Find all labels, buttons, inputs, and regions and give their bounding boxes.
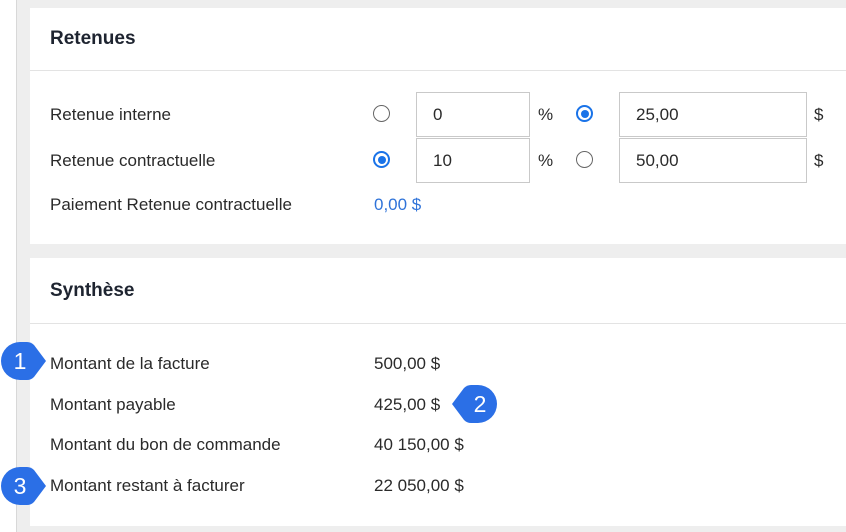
callout-number-3: 3 — [13, 473, 27, 499]
montant-bon-commande-value: 40 150,00 $ — [374, 435, 464, 454]
paiement-retenue-label: Paiement Retenue contractuelle — [50, 195, 292, 214]
divider — [16, 0, 17, 532]
retenue-contractuelle-percent-input[interactable]: 10 — [416, 138, 530, 183]
synthese-header: Synthèse — [30, 258, 846, 324]
montant-facture-value: 500,00 $ — [374, 354, 441, 373]
montant-facture-label: Montant de la facture — [50, 354, 210, 373]
paiement-retenue-value[interactable]: 0,00 $ — [374, 195, 421, 215]
retenue-contractuelle-amount-input[interactable]: 50,00 — [619, 138, 807, 183]
callout-number-2: 2 — [473, 391, 487, 417]
retenues-header: Retenues — [30, 8, 846, 71]
montant-restant-value: 22 050,00 $ — [374, 476, 464, 495]
retenue-interne-label: Retenue interne — [50, 105, 171, 124]
dollar-unit: $ — [814, 151, 824, 170]
callout-marker-2: 2 — [450, 384, 498, 424]
retenue-contractuelle-amount-radio[interactable] — [576, 151, 593, 168]
dollar-unit: $ — [814, 105, 824, 124]
retenues-card: Retenues Retenue interne 0 % 25,00 $ Ret… — [30, 8, 846, 244]
montant-payable-label: Montant payable — [50, 395, 176, 414]
synthese-card: Synthèse Montant de la facture 500,00 $ … — [30, 258, 846, 526]
retenue-interne-amount-input[interactable]: 25,00 — [619, 92, 807, 137]
percent-unit: % — [538, 105, 554, 124]
callout-marker-3: 3 — [0, 466, 46, 506]
callout-number-1: 1 — [13, 348, 27, 374]
callout-marker-1: 1 — [0, 341, 46, 381]
retenue-interne-amount-radio[interactable] — [576, 105, 593, 122]
retenue-contractuelle-percent-radio[interactable] — [373, 151, 390, 168]
retenue-contractuelle-label: Retenue contractuelle — [50, 151, 216, 170]
synthese-title: Synthèse — [50, 280, 135, 301]
retenues-title: Retenues — [50, 28, 136, 49]
montant-restant-label: Montant restant à facturer — [50, 476, 245, 495]
retenue-interne-percent-radio[interactable] — [373, 105, 390, 122]
percent-unit: % — [538, 151, 554, 170]
retenue-interne-percent-input[interactable]: 0 — [416, 92, 530, 137]
left-rail — [0, 0, 16, 532]
montant-payable-value: 425,00 $ — [374, 395, 441, 414]
montant-bon-commande-label: Montant du bon de commande — [50, 435, 281, 454]
